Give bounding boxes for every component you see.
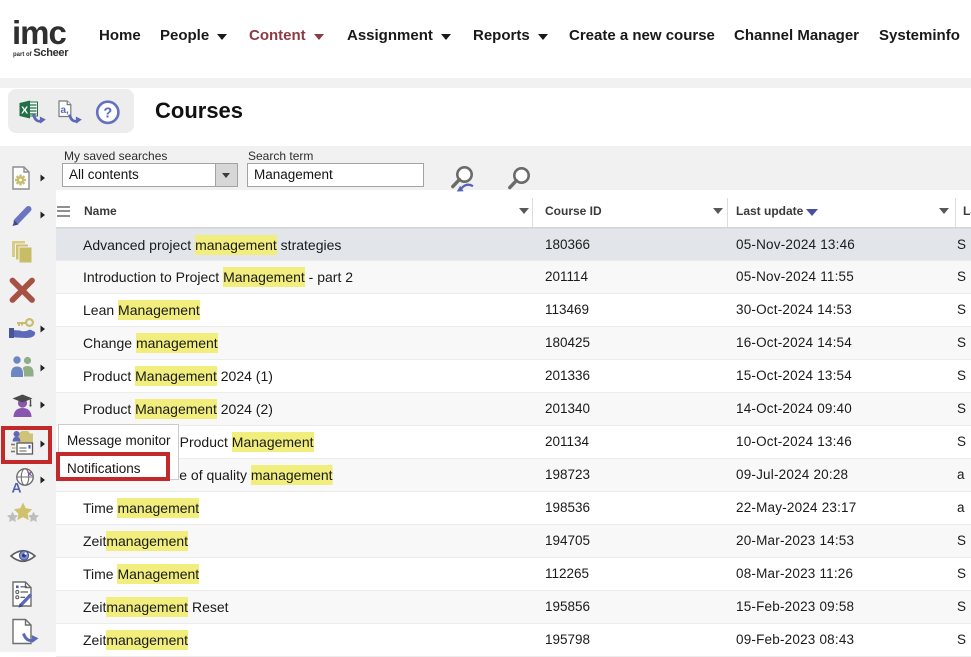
svg-text:?: ? xyxy=(103,106,112,122)
svg-text:X: X xyxy=(21,105,28,117)
svg-text:a,: a, xyxy=(61,105,70,116)
svg-text:A: A xyxy=(12,480,22,496)
svg-text:x: x xyxy=(28,468,33,478)
